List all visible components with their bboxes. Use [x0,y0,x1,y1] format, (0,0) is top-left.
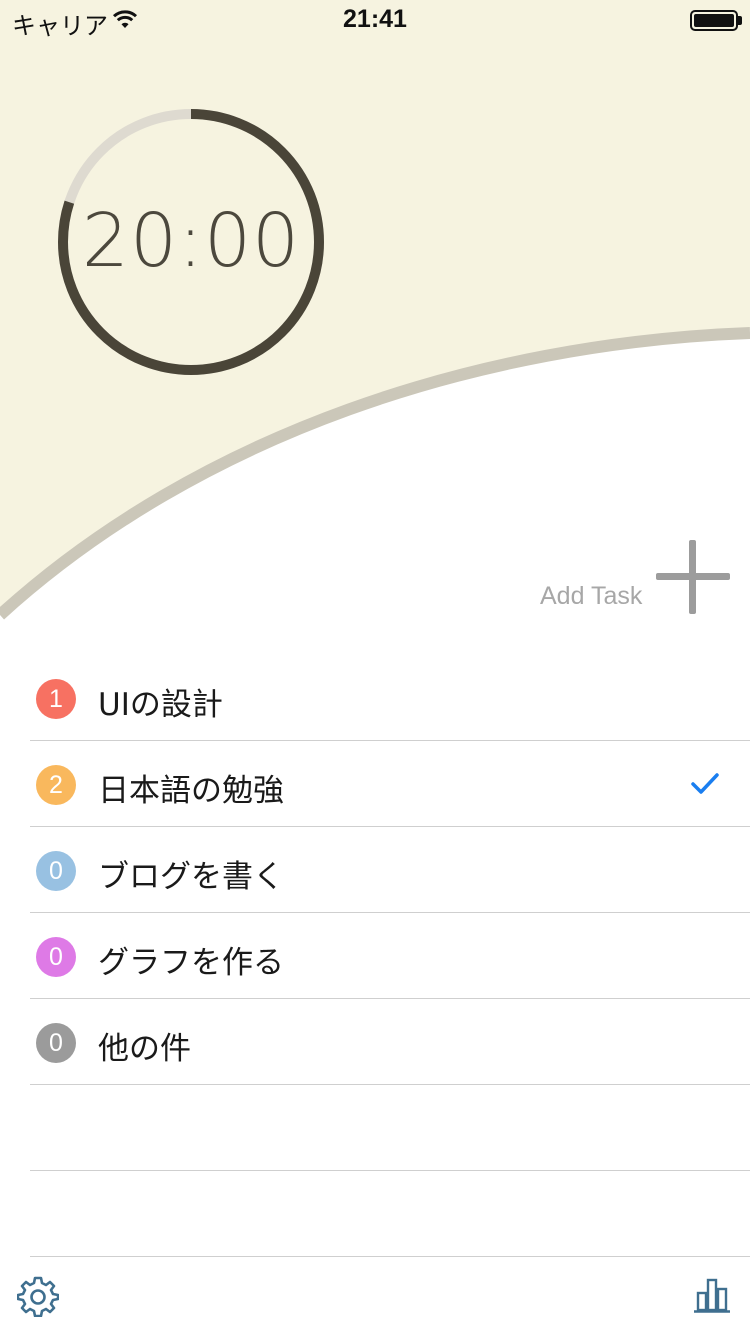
task-name: グラフを作る [98,945,284,981]
status-time: 21:41 [343,5,407,33]
task-name: 日本語の勉強 [98,773,284,809]
empty-task-row [0,1171,750,1257]
battery-icon [690,10,738,31]
empty-task-row [0,1085,750,1171]
task-count-badge: 2 [36,765,76,805]
task-row[interactable]: 0 他の件 [0,999,750,1085]
task-row[interactable]: 2 日本語の勉強 [0,741,750,827]
timer-display[interactable]: 20:00 [56,198,326,284]
gear-icon[interactable] [17,1275,59,1317]
add-task-label: Add Task [540,582,643,610]
task-row[interactable]: 0 ブログを書く [0,827,750,913]
task-name: ブログを書く [98,859,284,895]
plus-icon [656,540,730,614]
battery-tip [738,16,742,25]
bottom-toolbar [0,1258,750,1334]
task-count-badge: 0 [36,1023,76,1063]
bar-chart-icon[interactable] [694,1276,730,1314]
task-name: 他の件 [98,1031,191,1067]
row-divider [30,1256,750,1257]
task-count-badge: 0 [36,851,76,891]
task-row[interactable]: 1 UIの設計 [0,655,750,741]
status-bar: キャリア 21:41 [0,0,750,40]
task-count-badge: 0 [36,937,76,977]
task-row[interactable]: 0 グラフを作る [0,913,750,999]
task-list: 1 UIの設計 2 日本語の勉強 0 ブログを書く 0 グラフを作る 0 他の件 [0,655,750,1257]
checkmark-icon [691,773,719,794]
add-task-button[interactable]: Add Task [530,538,740,618]
task-name: UIの設計 [98,687,223,723]
task-count-badge: 1 [36,679,76,719]
